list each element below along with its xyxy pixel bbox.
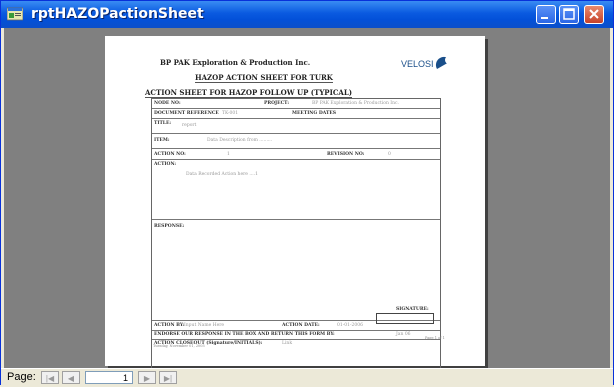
action-by-row: ACTION BY: Input Name Here ACTION DATE: … xyxy=(152,321,440,331)
response-row: RESPONSE: SIGNATURE: xyxy=(152,220,440,321)
date-footer: Tuesday, November 01, 2005 xyxy=(153,344,205,348)
title-value: report xyxy=(182,123,197,128)
first-page-button[interactable]: |◀ xyxy=(41,371,59,384)
close-button[interactable] xyxy=(584,5,604,24)
title-label: TITLE: xyxy=(154,121,172,126)
item-label: ITEM: xyxy=(154,138,170,143)
next-page-icon: ▶ xyxy=(143,374,151,383)
revision-value: 0 xyxy=(388,152,391,157)
window-title: rptHAZOPactionSheet xyxy=(31,6,204,22)
first-page-icon: |◀ xyxy=(45,374,55,383)
endorse-value: Jan 06 xyxy=(396,332,411,337)
endorse-row: ENDORSE OUR RESPONSE IN THE BOX AND RETU… xyxy=(152,331,440,340)
page-label: Page: xyxy=(7,371,36,383)
action-by-value: Input Name Here xyxy=(184,323,225,328)
action-row: ACTION: Data Recorded Action here ....1 xyxy=(152,160,440,220)
prev-page-icon: ◀ xyxy=(67,374,75,383)
last-page-button[interactable]: ▶| xyxy=(159,371,177,384)
doc-ref-value: TK-001 xyxy=(222,111,239,116)
maximize-button[interactable] xyxy=(559,5,579,24)
endorse-label: ENDORSE OUR RESPONSE IN THE BOX AND RETU… xyxy=(154,332,335,337)
action-no-row: ACTION NO: 1 REVISION NO: 0 xyxy=(152,149,440,160)
velosi-logo: VELOSI xyxy=(401,56,453,69)
action-date-value: 01-01-2006 xyxy=(337,323,363,328)
response-label: RESPONSE: xyxy=(154,224,185,229)
title-bar[interactable]: rptHAZOPactionSheet xyxy=(1,1,613,28)
report-window: rptHAZOPactionSheet BP PAK Exploration &… xyxy=(0,0,614,387)
company-name: BP PAK Exploration & Production Inc. xyxy=(160,58,311,67)
title-row: TITLE: report xyxy=(152,119,440,134)
page-number-input[interactable]: 1 xyxy=(85,371,133,384)
last-page-icon: ▶| xyxy=(163,374,173,383)
report-app-icon xyxy=(7,7,23,21)
action-value: Data Recorded Action here ....1 xyxy=(186,172,258,177)
item-row: ITEM: Data Description from ......... xyxy=(152,134,440,149)
report-heading: HAZOP ACTION SHEET FOR TURK xyxy=(195,73,333,83)
action-no-label: ACTION NO: xyxy=(154,152,186,157)
doc-ref-label: DOCUMENT REFERENCE xyxy=(154,111,219,116)
doc-ref-row: DOCUMENT REFERENCE TK-001 MEETING DATES xyxy=(152,109,440,119)
page-footer: Page 1 of 1 xyxy=(425,336,445,340)
project-value: BP PAK Exploration & Production Inc. xyxy=(312,101,399,106)
minimize-icon xyxy=(541,17,548,19)
maximize-icon xyxy=(563,8,575,20)
revision-label: REVISION NO: xyxy=(327,152,365,157)
close-icon xyxy=(589,9,599,19)
signature-label: SIGNATURE: xyxy=(396,307,429,312)
prev-page-button[interactable]: ◀ xyxy=(62,371,80,384)
action-date-label: ACTION DATE: xyxy=(282,323,320,328)
closeout-value: Link xyxy=(282,341,293,346)
logo-text: VELOSI xyxy=(401,59,434,69)
action-label: ACTION: xyxy=(154,162,177,167)
navigation-bar: Page: |◀ ◀ 1 ▶ ▶| xyxy=(1,368,613,387)
minimize-button[interactable] xyxy=(536,5,556,24)
action-no-value: 1 xyxy=(227,152,230,157)
report-subheading: ACTION SHEET FOR HAZOP FOLLOW UP (TYPICA… xyxy=(145,88,353,98)
meeting-dates-label: MEETING DATES xyxy=(292,111,336,116)
report-viewer-area[interactable]: BP PAK Exploration & Production Inc. VEL… xyxy=(4,28,610,370)
node-no-label: NODE NO: xyxy=(154,101,181,106)
action-by-label: ACTION BY: xyxy=(154,323,185,328)
report-page: BP PAK Exploration & Production Inc. VEL… xyxy=(105,36,485,370)
next-page-button[interactable]: ▶ xyxy=(138,371,156,384)
action-sheet-form: NODE NO: PROJECT: BP PAK Exploration & P… xyxy=(151,98,441,370)
project-label: PROJECT: xyxy=(264,101,290,106)
node-row: NODE NO: PROJECT: BP PAK Exploration & P… xyxy=(152,99,440,109)
item-value: Data Description from ......... xyxy=(207,138,273,143)
